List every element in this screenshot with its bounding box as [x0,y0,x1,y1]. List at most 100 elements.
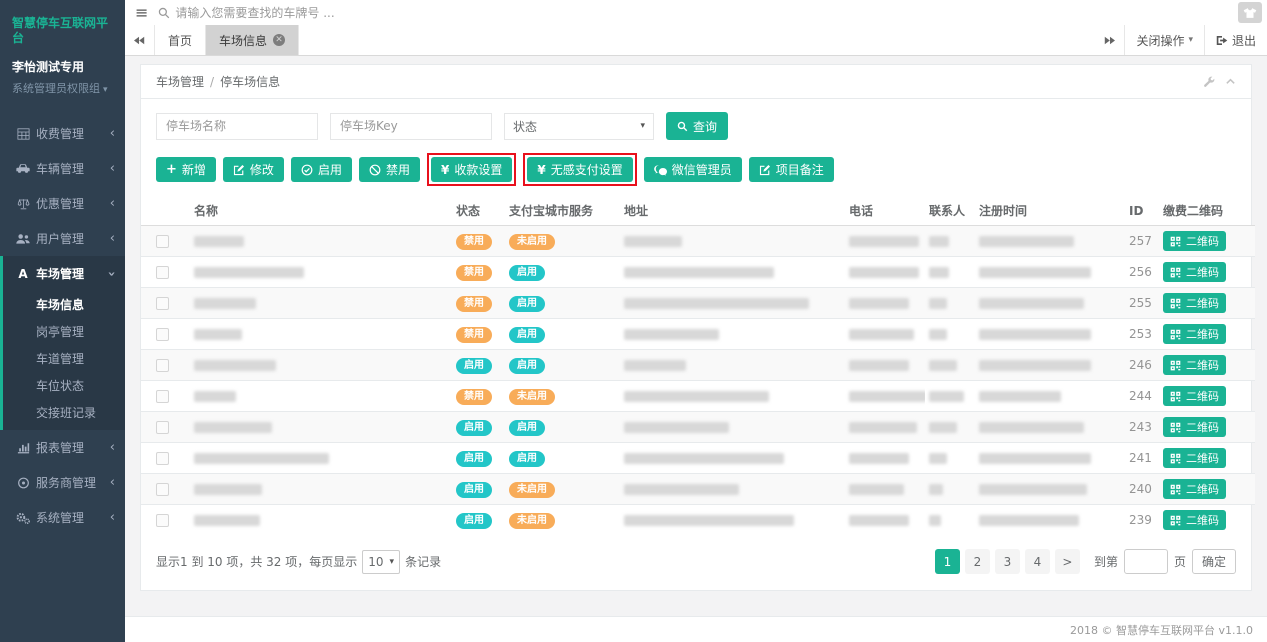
breadcrumb-page: 停车场信息 [220,73,280,90]
row-checkbox[interactable] [156,328,169,341]
redacted-text [849,298,909,309]
cell-contact [925,443,975,474]
redacted-text [929,422,957,433]
goto-confirm-button[interactable]: 确定 [1192,549,1236,574]
sidebar-item-label: 收费管理 [36,125,110,142]
row-checkbox[interactable] [156,514,169,527]
panel-header: 车场管理 / 停车场信息 [141,65,1251,99]
cell-status: 禁用 [452,257,505,288]
sidebar-item-reports[interactable]: 报表管理‹ [0,430,125,465]
menu-toggle-icon[interactable]: ≡ [135,5,148,21]
redacted-text [929,453,947,464]
qr-code-button[interactable]: 二维码 [1163,293,1226,313]
search-button[interactable]: 查询 [666,112,728,140]
scroll-tabs-left-button[interactable] [125,25,155,55]
cell-id: 246 [1125,350,1159,381]
cell-name [190,381,452,412]
pagination-summary: 显示1 到 10 项，共 32 项，每页显示 10 ▾ 条记录 [156,550,441,574]
row-checkbox[interactable] [156,266,169,279]
sidebar-item-parking[interactable]: A车场管理‹ [3,256,125,291]
cell-id: 255 [1125,288,1159,319]
qr-code-button[interactable]: 二维码 [1163,386,1226,406]
sidebar-item-label: 车场管理 [36,265,110,282]
add-button[interactable]: +新增 [156,157,216,182]
qr-code-button[interactable]: 二维码 [1163,448,1226,468]
project-note-button[interactable]: 项目备注 [749,157,834,182]
cell-qr: 二维码 [1159,412,1255,443]
qr-code-icon [1170,453,1181,464]
qr-code-button[interactable]: 二维码 [1163,262,1226,282]
row-checkbox[interactable] [156,235,169,248]
row-checkbox[interactable] [156,452,169,465]
wrench-icon[interactable] [1203,76,1215,88]
goto-page-input[interactable] [1124,549,1168,574]
page-button-3[interactable]: 3 [995,549,1020,574]
page-size-select[interactable]: 10 ▾ [362,550,400,574]
button-label: 新增 [182,161,206,178]
cell-qr: 二维码 [1159,505,1255,536]
logout-button[interactable]: 退出 [1204,25,1267,55]
disable-button[interactable]: 禁用 [359,157,420,182]
edit-button[interactable]: 修改 [223,157,284,182]
qr-code-button[interactable]: 二维码 [1163,231,1226,251]
row-checkbox[interactable] [156,359,169,372]
sidebar-item-fees[interactable]: 收费管理‹ [0,116,125,151]
qr-code-button[interactable]: 二维码 [1163,355,1226,375]
sidebar-item-system[interactable]: 系统管理‹ [0,500,125,535]
sidebar-subitem-shift-log[interactable]: 交接班记录 [3,399,125,426]
payment-settings-button[interactable]: ¥收款设置 [431,157,512,182]
qr-code-button[interactable]: 二维码 [1163,479,1226,499]
yen-icon: ¥ [441,163,449,177]
sidebar-subitem-lane[interactable]: 车道管理 [3,345,125,372]
cell-address [620,412,845,443]
redacted-text [979,329,1091,340]
sidebar-subitem-booth[interactable]: 岗亭管理 [3,318,125,345]
tab-home[interactable]: 首页 [155,25,206,55]
collapse-icon[interactable] [1225,76,1236,88]
user-role-dropdown[interactable]: 系统管理员权限组▾ [12,80,113,96]
redacted-text [624,484,739,495]
sidebar-item-providers[interactable]: 服务商管理‹ [0,465,125,500]
table-row-id-253: 禁用启用253二维码 [141,319,1255,350]
row-checkbox[interactable] [156,297,169,310]
parking-name-input[interactable] [156,113,318,140]
sidebar-item-users[interactable]: 用户管理‹ [0,221,125,256]
row-checkbox[interactable] [156,390,169,403]
enable-button[interactable]: 启用 [291,157,352,182]
tab-parking-info[interactable]: 车场信息✕ [206,25,299,55]
plate-search-input[interactable] [175,6,435,20]
scroll-tabs-right-button[interactable] [1094,25,1124,55]
close-operations-dropdown[interactable]: 关闭操作 ▾ [1124,25,1204,55]
cell-status: 启用 [452,443,505,474]
close-icon[interactable]: ✕ [273,34,285,46]
redacted-text [979,236,1074,247]
alipay-service-badge: 未启用 [509,389,555,405]
sidebar-item-vehicles[interactable]: 车辆管理‹ [0,151,125,186]
row-checkbox[interactable] [156,483,169,496]
redacted-text [979,267,1091,278]
page-buttons: 1234> [935,549,1080,574]
parking-key-input[interactable] [330,113,492,140]
page-button-1[interactable]: 1 [935,549,960,574]
sidebar-subitem-space-status[interactable]: 车位状态 [3,372,125,399]
qr-code-button[interactable]: 二维码 [1163,417,1226,437]
chevron-left-icon: ‹ [110,234,115,244]
cell-alipay-service: 未启用 [505,474,620,505]
theme-button[interactable] [1238,2,1262,23]
status-select[interactable]: 状态 ▾ [504,113,654,140]
cell-alipay-service: 启用 [505,257,620,288]
button-label: 修改 [250,161,274,178]
qr-code-button[interactable]: 二维码 [1163,510,1226,530]
page-button-2[interactable]: 2 [965,549,990,574]
breadcrumb-section[interactable]: 车场管理 [156,73,204,90]
qr-code-button[interactable]: 二维码 [1163,324,1226,344]
row-checkbox[interactable] [156,421,169,434]
sidebar-item-discounts[interactable]: 优惠管理‹ [0,186,125,221]
sidebar-subitem-parking-info[interactable]: 车场信息 [3,291,125,318]
next-page-button[interactable]: > [1055,549,1080,574]
nosense-pay-settings-button[interactable]: ¥无感支付设置 [527,157,632,182]
qr-button-label: 二维码 [1186,357,1219,373]
cell-contact [925,350,975,381]
wechat-admin-button[interactable]: 微信管理员 [644,157,742,182]
page-button-4[interactable]: 4 [1025,549,1050,574]
